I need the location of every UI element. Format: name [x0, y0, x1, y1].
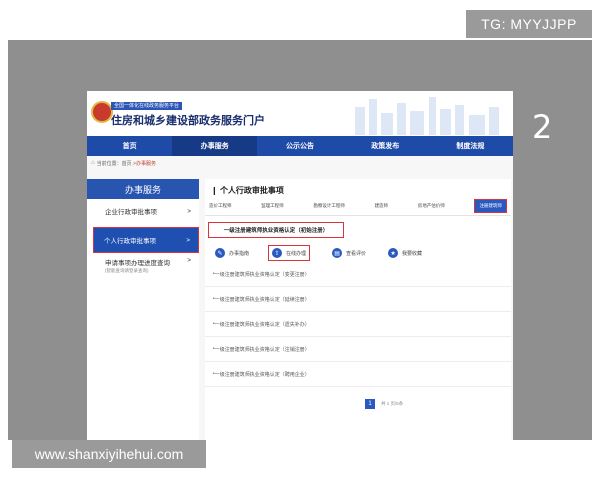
- sidebar-item-personal[interactable]: 个人行政审批事项 >: [93, 227, 199, 253]
- guide-button[interactable]: ✎ 办事指南: [215, 248, 249, 258]
- star-icon: ★: [388, 248, 399, 258]
- list-item[interactable]: • 一级注册建筑师执业资格认定（聘用企业）: [205, 362, 511, 387]
- handwritten-annotation: 2: [532, 108, 553, 146]
- list-item[interactable]: • 一级注册建筑师执业资格认定（变更注册）: [205, 262, 511, 287]
- service-actions: ✎ 办事指南 ⇧ 在线办理 ▤ 查看评价 ★ 我要收藏: [205, 238, 511, 262]
- sidebar: 办事服务 企业行政审批事项 > 个人行政审批事项 > 申请事项办理进度查询 (智…: [87, 179, 199, 440]
- selected-service-item[interactable]: 一级注册建筑师执业资格认定（初始注册）: [208, 222, 344, 238]
- skyline-banner-image: [355, 97, 499, 135]
- profession-tabs: 造价工程师 监理工程师 勘察设计工程师 建造师 房地产估价师 注册建筑师: [205, 197, 511, 216]
- tab-registered-architect[interactable]: 注册建筑师: [474, 199, 507, 213]
- chevron-right-icon: >: [187, 257, 191, 264]
- chevron-right-icon: >: [186, 236, 190, 244]
- tab-supervision-engineer[interactable]: 监理工程师: [261, 203, 284, 209]
- tab-constructor[interactable]: 建造师: [375, 203, 389, 209]
- site-title[interactable]: 住房和城乡建设部政务服务门户: [111, 112, 265, 128]
- watermark-bottom: www.shanxiyihehui.com: [12, 440, 206, 468]
- tab-real-estate-appraiser[interactable]: 房地产估价师: [418, 203, 445, 209]
- pagination: 1 共 1 页/5条: [205, 387, 511, 409]
- pagination-info: 共 1 页/5条: [381, 401, 404, 406]
- tab-survey-design-engineer[interactable]: 勘察设计工程师: [313, 203, 345, 209]
- national-emblem-icon: [91, 101, 113, 123]
- breadcrumb-current: 办事服务: [135, 160, 156, 167]
- view-reviews-button[interactable]: ▤ 查看评价: [332, 248, 366, 258]
- tab-cost-engineer[interactable]: 造价工程师: [209, 203, 232, 209]
- list-item[interactable]: • 一级注册建筑师执业资格认定（遗失补办）: [205, 312, 511, 337]
- site-header: 全国一体化在线政务服务平台 住房和城乡建设部政务服务门户: [87, 91, 513, 136]
- portal-page: 全国一体化在线政务服务平台 住房和城乡建设部政务服务门户 首页 办事服务 公示公…: [87, 91, 513, 440]
- sidebar-title: 办事服务: [87, 179, 199, 199]
- sidebar-item-label: 企业行政审批事项: [105, 209, 157, 216]
- main-nav: 首页 办事服务 公示公告 政策发布 制度法规: [87, 136, 513, 156]
- upload-icon: ⇧: [272, 248, 283, 258]
- list-item[interactable]: • 一级注册建筑师执业资格认定（注销注册）: [205, 337, 511, 362]
- list-item[interactable]: • 一级注册建筑师执业资格认定（延续注册）: [205, 287, 511, 312]
- breadcrumb: ⌂ 当前位置：首页 > 办事服务: [87, 156, 513, 170]
- nav-item-services[interactable]: 办事服务: [172, 136, 258, 156]
- platform-badge[interactable]: 全国一体化在线政务服务平台: [111, 102, 183, 110]
- apply-online-button[interactable]: ⇧ 在线办理: [268, 245, 311, 261]
- comment-icon: ▤: [332, 248, 343, 258]
- nav-item-policy[interactable]: 政策发布: [343, 136, 428, 156]
- favorite-button[interactable]: ★ 我要收藏: [388, 248, 422, 258]
- breadcrumb-prefix[interactable]: 当前位置：首页 >: [97, 160, 136, 167]
- nav-item-regulations[interactable]: 制度法规: [428, 136, 513, 156]
- nav-item-announcements[interactable]: 公示公告: [257, 136, 342, 156]
- sidebar-item-label: 申请事项办理进度查询: [105, 260, 170, 267]
- sidebar-item-progress-query[interactable]: 申请事项办理进度查询 (智能查询请登录查询) >: [87, 253, 199, 287]
- home-icon[interactable]: ⌂: [91, 160, 95, 166]
- sidebar-item-sublabel: (智能查询请登录查询): [105, 268, 149, 273]
- sidebar-item-enterprise[interactable]: 企业行政审批事项 >: [87, 199, 199, 223]
- sidebar-item-label: 个人行政审批事项: [104, 238, 156, 245]
- guide-icon: ✎: [215, 248, 225, 258]
- page-title: ❙ 个人行政审批事项: [211, 186, 284, 195]
- page-1-button[interactable]: 1: [365, 399, 375, 409]
- nav-item-home[interactable]: 首页: [87, 136, 172, 156]
- main-content: ❙ 个人行政审批事项 造价工程师 监理工程师 勘察设计工程师 建造师 房地产估价…: [205, 179, 511, 440]
- watermark-top: TG: MYYJJPP: [466, 10, 592, 38]
- chevron-right-icon: >: [187, 207, 191, 215]
